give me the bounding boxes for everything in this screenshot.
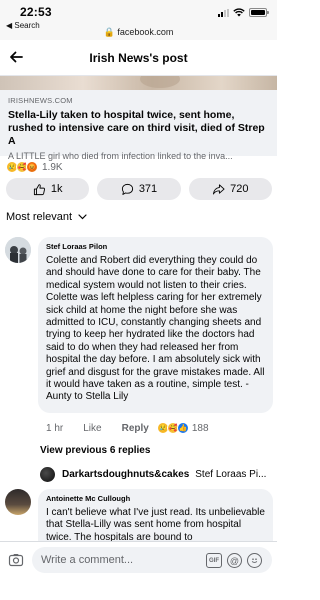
chevron-down-icon — [78, 214, 87, 220]
comment-composer: Write a comment... GIF @ — [0, 541, 277, 600]
wifi-icon — [233, 8, 245, 17]
comment-reply-link[interactable]: Reply — [122, 423, 149, 434]
share-button[interactable]: 720 — [188, 178, 272, 200]
page-title: Irish News's post — [89, 51, 188, 65]
reply-author: Darkartsdoughnuts&cakes — [62, 468, 190, 480]
share-count: 720 — [230, 183, 249, 195]
share-icon — [213, 183, 225, 194]
link-source: IRISHNEWS.COM — [8, 96, 73, 105]
comment-placeholder: Write a comment... — [41, 554, 134, 566]
camera-icon[interactable] — [8, 552, 24, 568]
comment-reaction-count: 188 — [191, 422, 209, 434]
reply-preview[interactable]: Darkartsdoughnuts&cakes Stef Loraas Pi..… — [40, 465, 275, 483]
comment-author[interactable]: Antoinette Mc Cullough — [46, 494, 265, 503]
gif-icon[interactable]: GIF — [206, 553, 222, 568]
comment-author[interactable]: Stef Loraas Pilon — [46, 242, 265, 251]
article-image[interactable] — [0, 76, 277, 90]
status-icons — [218, 7, 269, 17]
reply-avatar — [40, 466, 55, 482]
signal-icon — [218, 9, 229, 17]
commenter-avatar[interactable] — [5, 489, 31, 515]
comment-button[interactable]: 371 — [97, 178, 181, 200]
like-count: 1k — [50, 183, 63, 195]
comment-text: I can't believe what I've just read. Its… — [46, 507, 265, 543]
link-title: Stella-Lily taken to hospital twice, sen… — [8, 109, 265, 147]
comment-icon — [121, 183, 133, 195]
mention-icon[interactable]: @ — [227, 553, 242, 568]
view-previous-replies-link[interactable]: View previous 6 replies — [40, 445, 150, 456]
thumbs-up-icon — [33, 183, 45, 195]
comment-input[interactable]: Write a comment... GIF @ — [32, 547, 272, 573]
post-reactions-summary[interactable]: 😢 🥰 😡 1.9K — [6, 160, 63, 174]
comment-bubble[interactable]: Antoinette Mc Cullough I can't believe w… — [38, 489, 273, 547]
post-header: Irish News's post — [0, 40, 277, 76]
emoji-icon[interactable] — [247, 553, 262, 568]
like-button[interactable]: 1k — [6, 178, 90, 200]
status-time: 22:53 — [20, 5, 52, 19]
comment-meta: 1 hr Like Reply 😢 🥰 👍 188 — [46, 422, 209, 434]
reaction-count: 1.9K — [42, 161, 63, 173]
battery-icon — [249, 8, 269, 17]
post-actions: 1k 371 720 — [6, 178, 272, 200]
sort-label: Most relevant — [6, 211, 73, 223]
comment-reactions[interactable]: 😢 🥰 👍 188 — [156, 422, 209, 434]
comment-count: 371 — [138, 183, 158, 195]
comment-sort-dropdown[interactable]: Most relevant — [6, 211, 87, 223]
comment-time: 1 hr — [46, 422, 64, 434]
reply-text: Stef Loraas Pi... — [195, 468, 267, 480]
comment-bubble[interactable]: Stef Loraas Pilon Colette and Robert did… — [38, 237, 273, 413]
comment-text: Colette and Robert did everything they c… — [46, 255, 265, 403]
status-bar: 22:53 ◀ Search 🔒 facebook.com — [0, 0, 277, 40]
commenter-avatar[interactable] — [5, 237, 31, 263]
url-bar[interactable]: 🔒 facebook.com — [0, 27, 277, 38]
comment-like-link[interactable]: Like — [83, 423, 101, 434]
link-preview-card[interactable]: IRISHNEWS.COM Stella-Lily taken to hospi… — [0, 90, 277, 161]
angry-reaction-icon: 😡 — [26, 161, 38, 173]
like-reaction-icon: 👍 — [176, 422, 189, 434]
